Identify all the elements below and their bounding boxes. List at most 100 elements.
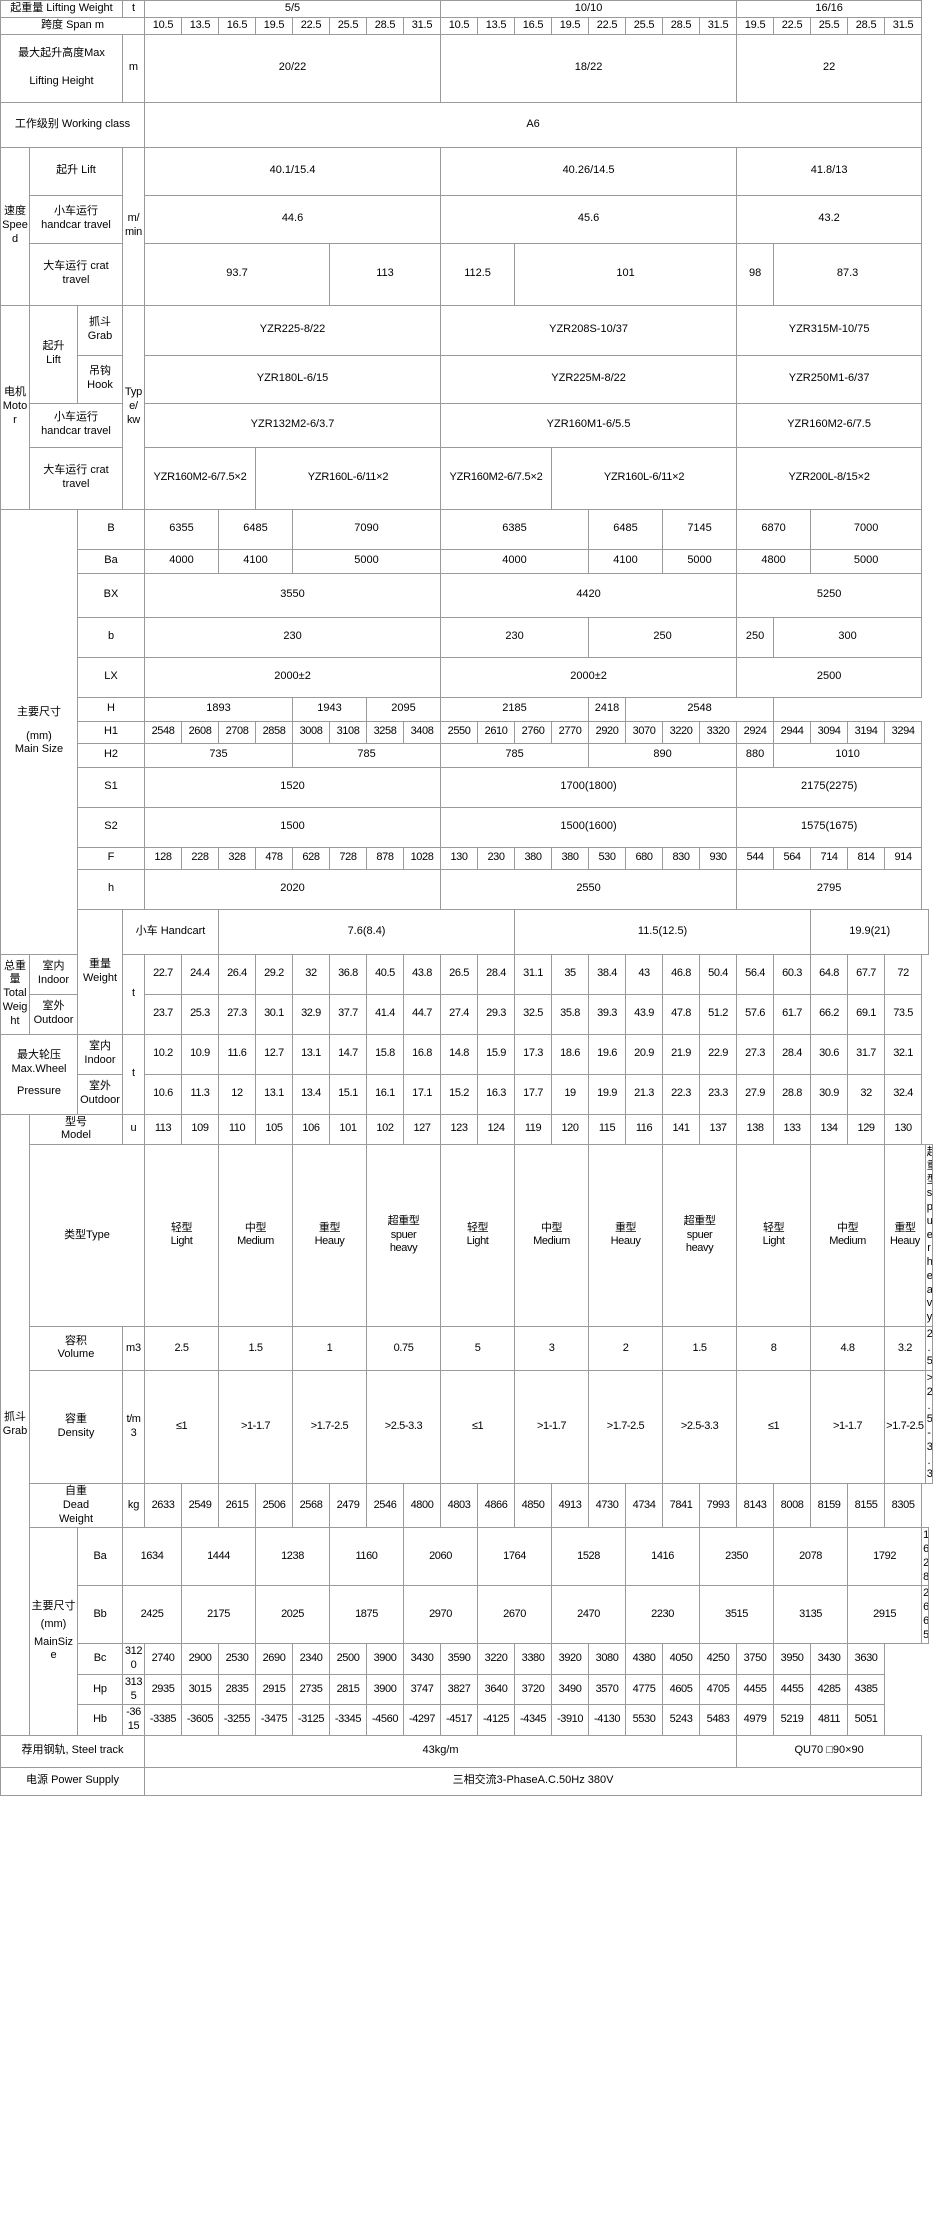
- weight-outdoor-cell: 57.6: [736, 993, 775, 1035]
- grab-Ba-cell: 1160: [329, 1527, 404, 1587]
- grab-model-cell: 113: [144, 1113, 182, 1145]
- main-size-F-cell: 328: [218, 846, 256, 870]
- grab-Bc-cell: 2900: [181, 1643, 219, 1675]
- row-main-size-ba: Ba 4000 4100 5000 4000 4100 5000 4800 50…: [1, 548, 933, 574]
- label-wheel-pressure-indoor: 室内 Indoor: [77, 1033, 123, 1075]
- motor-hook-value-3: YZR250M1-6/37: [736, 354, 923, 404]
- main-size-F-cell: 544: [736, 846, 775, 870]
- grab-Bb-cell: 2470: [551, 1585, 627, 1645]
- grab-Ba-cell: 1444: [181, 1527, 256, 1587]
- main-size-H1-cell: 2770: [551, 720, 590, 744]
- row-main-size-h-lower: h 2020 2550 2795: [1, 868, 933, 910]
- weight-indoor-cell: 24.4: [181, 953, 219, 995]
- row-max-lifting-height: 最大起升高度Max Lifting Height m 20/22 18/22 2…: [0, 33, 933, 103]
- grab-Hp-cell: 4705: [699, 1673, 738, 1706]
- grab-type-cn: 中型: [540, 1221, 563, 1234]
- label-grab-main-size: 主要尺寸 (mm) MainSize: [29, 1527, 78, 1736]
- grab-Bc-cell: 2500: [329, 1643, 367, 1675]
- grab-model-label-en: Model: [61, 1129, 91, 1142]
- main-size-F-cell: 380: [514, 846, 553, 870]
- grab-Bb-cell: 2425: [122, 1585, 182, 1645]
- grab-Hb-cell: -3345: [329, 1704, 367, 1736]
- weight-indoor-cell: 36.8: [329, 953, 367, 995]
- main-size-b-cell: 250: [588, 616, 738, 658]
- label-speed-crat: 大车运行 crat travel: [29, 242, 123, 306]
- grab-dead-weight-cell: 8305: [884, 1482, 923, 1529]
- grab-type-en: Light: [762, 1235, 785, 1248]
- wheel-pressure-indoor-cell: 12.7: [255, 1033, 293, 1075]
- grab-volume-cell: 2.5: [924, 1325, 933, 1372]
- speed-label-cn: 速度: [4, 205, 26, 218]
- weight-indoor-cell: 46.8: [662, 953, 701, 995]
- motor-grab-value-2: YZR208S-10/37: [440, 304, 738, 356]
- motor-hook-value-1: YZR180L-6/15: [143, 354, 442, 404]
- specification-table: 起重量 Lifting Weight t 5/5 10/10 16/16 跨度 …: [0, 0, 933, 1796]
- grab-type-cn: 超重型: [683, 1214, 716, 1227]
- grab-type-cn: 中型: [836, 1221, 859, 1234]
- motor-grab-label-en: Grab: [87, 330, 113, 342]
- grab-Bc-cell: 2690: [255, 1643, 293, 1675]
- wheel-pressure-indoor-cell: 20.9: [625, 1033, 664, 1075]
- grab-Hb-cell: 5219: [773, 1704, 812, 1736]
- motor-label-cn: 电机: [4, 386, 26, 399]
- main-size-H1-cell: 2550: [440, 720, 479, 744]
- grab-Hp-cell: 3570: [588, 1673, 627, 1706]
- wheel-pressure-outdoor-cell: 15.1: [329, 1073, 367, 1115]
- grab-model-cell: 105: [255, 1113, 293, 1145]
- label-working-class: 工作级别 Working class: [0, 101, 145, 148]
- main-size-S2-cell: 1575(1675): [736, 806, 923, 848]
- grab-Hb-cell: -4517: [440, 1704, 479, 1736]
- grab-Bb-cell: 1875: [329, 1585, 404, 1645]
- grab-Hp-cell: 2835: [218, 1673, 256, 1706]
- grab-model-cell: 116: [625, 1113, 664, 1145]
- max-lifting-height-value-2: 18/22: [440, 33, 738, 103]
- grab-Hb-cell: 5483: [699, 1704, 738, 1736]
- wheel-pressure-indoor-cell: 13.1: [292, 1033, 330, 1075]
- grab-Hp-cell: 4455: [773, 1673, 812, 1706]
- wheel-pressure-indoor-cell: 14.7: [329, 1033, 367, 1075]
- weight-outdoor-cell: 44.7: [402, 993, 442, 1035]
- span-cell: 10.5: [440, 16, 479, 35]
- weight-indoor-cell: 50.4: [699, 953, 738, 995]
- wheel-pressure-label-cn: 最大轮压: [17, 1049, 61, 1062]
- row-steel-track: 荐用钢轨, Steel track 43kg/m QU70 □90×90: [0, 1734, 933, 1768]
- speed-crat-value-4: 101: [514, 242, 738, 306]
- grab-density-cell: ≤1: [144, 1370, 219, 1484]
- weight-indoor-cell: 60.3: [773, 953, 812, 995]
- main-size-B-cell: 6485: [588, 508, 664, 550]
- grab-Bb-cell: 2915: [847, 1585, 923, 1645]
- weight-indoor-cell: 43: [625, 953, 664, 995]
- label-speed: 速度 Speed: [0, 146, 30, 306]
- wheel-pressure-indoor-cell: 15.9: [477, 1033, 516, 1075]
- speed-lift-value-3: 41.8/13: [736, 146, 923, 196]
- weight-indoor-cell: 31.1: [514, 953, 553, 995]
- main-size-F-cell: 628: [292, 846, 330, 870]
- main-size-Ba-cell: 4000: [440, 548, 590, 574]
- grab-model-cell: 106: [292, 1113, 330, 1145]
- key-grab-Bb: Bb: [77, 1585, 123, 1645]
- grab-Bb-cell: 2175: [181, 1585, 256, 1645]
- main-size-H-cell: 2185: [440, 696, 590, 722]
- span-cell: 22.5: [588, 16, 627, 35]
- grab-Hp-cell: 3827: [440, 1673, 479, 1706]
- main-size-H2-cell: 785: [291, 742, 442, 768]
- grab-Bc-cell: 3080: [588, 1643, 627, 1675]
- grab-volume-cell: 2: [588, 1325, 664, 1372]
- weight-indoor-cell: 28.4: [477, 953, 516, 995]
- steel-track-value-left: 43kg/m: [143, 1734, 738, 1768]
- weight-outdoor-cell: 32.9: [292, 993, 330, 1035]
- lifting-weight-value-3: 16/16: [736, 0, 923, 18]
- speed-crat-label-cn: 大车运行 crat: [43, 260, 109, 273]
- grab-Hp-cell: 4605: [662, 1673, 701, 1706]
- weight-outdoor-cell: 32.5: [514, 993, 553, 1035]
- key-grab-Ba: Ba: [77, 1527, 123, 1587]
- grab-type-cell: 超重型 spuer heavy: [365, 1144, 442, 1327]
- grab-dead-weight-cell: 7993: [699, 1482, 738, 1529]
- wheel-pressure-indoor-cell: 15.8: [366, 1033, 404, 1075]
- grab-Hb-cell: -3475: [255, 1704, 293, 1736]
- main-size-H1-cell: 2608: [181, 720, 219, 744]
- spec-sheet: 起重量 Lifting Weight t 5/5 10/10 16/16 跨度 …: [0, 0, 933, 1796]
- grab-Hp-cell: 3720: [514, 1673, 553, 1706]
- main-size-H2-cell: 735: [144, 742, 293, 768]
- main-size-F-cell: 914: [884, 846, 923, 870]
